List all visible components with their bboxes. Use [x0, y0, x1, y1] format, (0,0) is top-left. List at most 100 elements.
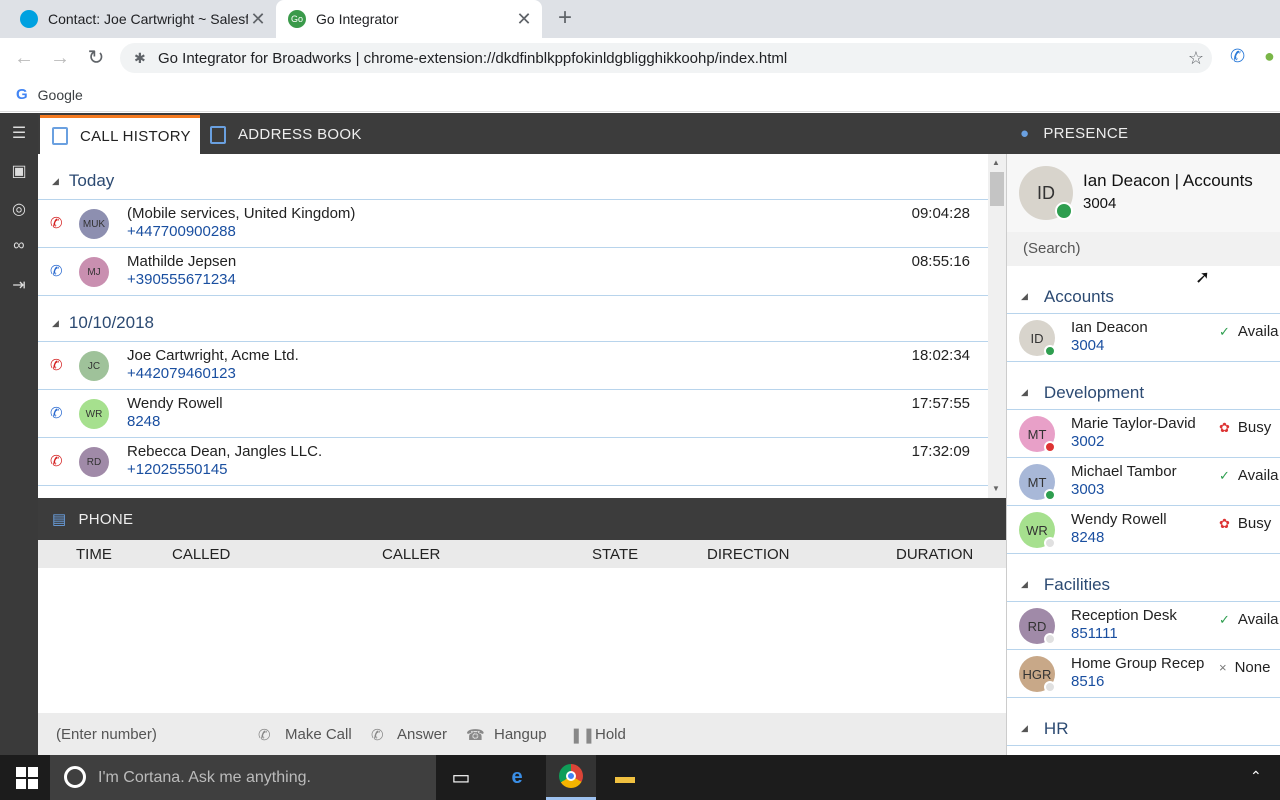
member-name: Michael Tambor — [1071, 463, 1177, 480]
caller-name: Rebecca Dean, Jangles LLC. — [127, 443, 323, 460]
call-group-header[interactable]: ◢ 10/10/2018 — [38, 296, 988, 342]
call-control-bar: (Enter number) ✆ Make Call ✆ Answer ☎ Ha… — [38, 713, 1006, 755]
windows-start-icon[interactable] — [16, 767, 38, 789]
tab-label: CALL HISTORY — [80, 127, 191, 145]
reload-button[interactable]: ↻ — [84, 46, 108, 70]
call-time: 08:55:16 — [911, 253, 970, 270]
file-explorer-icon[interactable]: ▬ — [600, 755, 650, 800]
close-tab-icon[interactable]: ✕ — [248, 9, 268, 30]
collapse-triangle-icon[interactable]: ◢ — [1021, 723, 1028, 734]
member-extension[interactable]: 3004 — [1071, 337, 1104, 354]
hangup-button[interactable]: Hangup — [494, 726, 547, 743]
menu-icon[interactable]: ☰ — [8, 123, 30, 145]
call-row[interactable]: ✆ MJ Mathilde Jepsen +390555671234 08:55:16 — [38, 248, 988, 296]
call-row[interactable]: ✆ WR Wendy Rowell 8248 17:57:55 — [38, 390, 988, 438]
call-history-list: ◢ Today ✆ MUK (Mobile services, United Kingd… — [38, 154, 988, 498]
caller-number[interactable]: +442079460123 — [127, 365, 236, 382]
status-label: Availa — [1237, 611, 1279, 628]
call-time: 17:32:09 — [911, 443, 970, 460]
number-input[interactable]: (Enter number) — [56, 726, 157, 743]
caller-number[interactable]: +447700900288 — [127, 223, 236, 240]
cortana-placeholder: I'm Cortana. Ask me anything. — [98, 768, 311, 786]
task-view-icon[interactable]: ▭ — [436, 755, 486, 800]
status-dot — [1044, 633, 1056, 645]
collapse-triangle-icon[interactable]: ◢ — [1021, 387, 1028, 398]
call-time: 09:04:28 — [911, 205, 970, 222]
bookmark-star-icon[interactable]: ☆ — [1188, 48, 1204, 69]
presence-row[interactable]: WR Wendy Rowell 8248 ✿ Busy — [1007, 506, 1280, 554]
scroll-down-icon[interactable]: ▼ — [992, 484, 1000, 493]
avatar: JC — [79, 351, 109, 381]
cortana-icon — [64, 766, 86, 788]
presence-group-header[interactable]: ◢ Accounts — [1007, 266, 1280, 314]
briefcase-icon[interactable]: ▣ — [8, 161, 30, 183]
status-dot — [1044, 345, 1056, 357]
tab-address-book[interactable]: ADDRESS BOOK — [210, 115, 362, 154]
tray-chevron-icon[interactable]: ⌃ — [1250, 768, 1262, 785]
avatar-initials: RD — [1027, 618, 1047, 634]
bookmark-google[interactable]: Google — [38, 87, 83, 103]
collapse-triangle-icon[interactable]: ◢ — [1021, 579, 1028, 590]
call-row[interactable]: ✆ JC Joe Cartwright, Acme Ltd. +44207946012… — [38, 342, 988, 390]
tab-title: Go Integrator — [316, 11, 399, 27]
member-extension[interactable]: 8516 — [1071, 673, 1104, 690]
answer-button[interactable]: Answer — [397, 726, 447, 743]
chrome-taskbar-icon[interactable] — [546, 755, 596, 800]
missed-call-icon: ✆ — [50, 357, 63, 374]
call-row[interactable]: ✆ MUK (Mobile services, United Kingdom) +44… — [38, 200, 988, 248]
collapse-triangle-icon[interactable]: ◢ — [52, 318, 59, 329]
avatar: RD — [1019, 608, 1056, 645]
presence-row[interactable]: ID Ian Deacon 3004 ✓ Availa — [1007, 314, 1280, 362]
presence-row[interactable]: HGR Home Group Recep 8516 × None — [1007, 650, 1280, 698]
browser-tab-salesforce[interactable]: Contact: Joe Cartwright ~ Salesfo ✕ — [8, 0, 276, 38]
caller-number[interactable]: +12025550145 — [127, 461, 228, 478]
status-label: Busy — [1237, 515, 1272, 532]
forward-button[interactable]: → — [48, 46, 72, 70]
back-button[interactable]: ← — [12, 46, 36, 70]
presence-row[interactable]: MT Michael Tambor 3003 ✓ Availa — [1007, 458, 1280, 506]
link-icon[interactable]: ∞ — [8, 237, 30, 259]
collapse-triangle-icon[interactable]: ◢ — [52, 176, 59, 187]
caller-number[interactable]: 8248 — [127, 413, 160, 430]
cortana-search-box[interactable]: I'm Cortana. Ask me anything. — [50, 755, 436, 800]
address-bar[interactable]: ✱ Go Integrator for Broadworks | chrome-… — [120, 43, 1212, 73]
phone-book-icon: ▤ — [52, 511, 67, 528]
presence-group-label: Accounts — [1043, 287, 1114, 306]
sign-out-icon[interactable]: ⇥ — [8, 275, 30, 297]
call-row[interactable]: ✆ RD Rebecca Dean, Jangles LLC. +1202555014… — [38, 438, 988, 486]
hold-button[interactable]: Hold — [595, 726, 626, 743]
browser-tab-go-integrator[interactable]: Go Go Integrator ✕ — [276, 0, 542, 38]
collapse-triangle-icon[interactable]: ◢ — [1021, 291, 1028, 302]
member-extension[interactable]: 8248 — [1071, 529, 1104, 546]
presence-search-input[interactable]: (Search) — [1007, 232, 1280, 266]
tab-call-history[interactable]: CALL HISTORY — [40, 115, 200, 154]
call-history-icon — [52, 127, 68, 145]
dialpad-icon[interactable]: ◎ — [8, 199, 30, 221]
scroll-up-icon[interactable]: ▲ — [992, 158, 1000, 167]
presence-row[interactable]: RD Reception Desk 851111 ✓ Availa — [1007, 602, 1280, 650]
busy-icon: ✿ — [1219, 420, 1230, 435]
member-name: Wendy Rowell — [1071, 511, 1167, 528]
microphone-extension-icon[interactable]: ● — [1264, 46, 1275, 67]
salesforce-cloud-icon — [20, 10, 38, 28]
status-label: None — [1234, 659, 1271, 676]
presence-row[interactable]: MT Marie Taylor-David 3002 ✿ Busy — [1007, 410, 1280, 458]
presence-group-header[interactable]: ◢ HR — [1007, 698, 1280, 746]
edge-icon[interactable]: e — [492, 755, 542, 800]
make-call-button[interactable]: Make Call — [285, 726, 352, 743]
close-tab-icon[interactable]: ✕ — [514, 9, 534, 30]
hold-icon: ❚❚ — [570, 727, 596, 744]
avatar-initials: HGR — [1022, 666, 1052, 682]
member-extension[interactable]: 851111 — [1071, 625, 1118, 642]
go-integrator-extension-icon[interactable]: ✆ — [1230, 46, 1245, 67]
presence-group-header[interactable]: ◢ Facilities — [1007, 554, 1280, 602]
member-extension[interactable]: 3002 — [1071, 433, 1104, 450]
member-extension[interactable]: 3003 — [1071, 481, 1104, 498]
caller-number[interactable]: +390555671234 — [127, 271, 236, 288]
status-dot — [1055, 202, 1073, 220]
call-group-label: Today — [68, 171, 115, 190]
presence-group-header[interactable]: ◢ Development — [1007, 362, 1280, 410]
scrollbar-thumb[interactable] — [990, 172, 1004, 206]
new-tab-button[interactable]: + — [552, 6, 578, 32]
call-group-header[interactable]: ◢ Today — [38, 154, 988, 200]
